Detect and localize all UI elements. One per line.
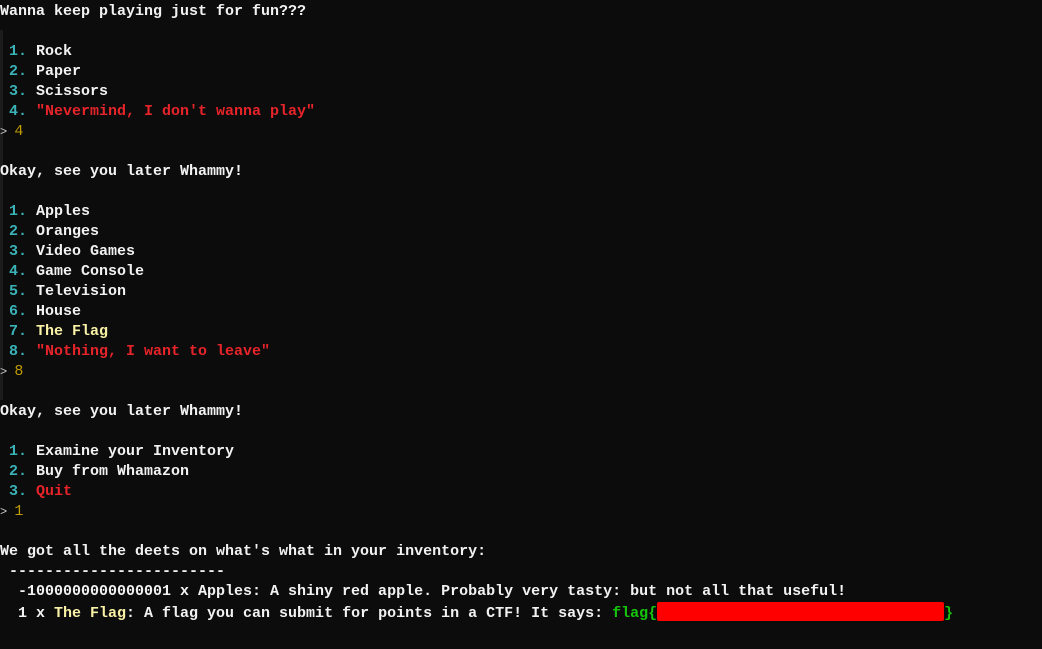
terminal-text: flag{ — [612, 605, 658, 622]
terminal-line: 1. Examine your Inventory — [0, 442, 953, 462]
terminal-line: Okay, see you later Whammy! — [0, 162, 953, 182]
terminal-line: > 4 — [0, 122, 953, 142]
terminal-line: We got all the deets on what's what in y… — [0, 542, 953, 562]
redacted-flag-box — [657, 602, 945, 621]
terminal-line: 4. Game Console — [0, 262, 953, 282]
terminal-text: 8. — [0, 343, 37, 360]
terminal-text: Quit — [36, 483, 73, 500]
terminal-text: The Flag — [36, 323, 109, 340]
prompt-symbol: > — [0, 505, 15, 519]
terminal-text: The Flag — [54, 605, 127, 622]
terminal-text: Wanna keep playing just for fun??? — [0, 3, 307, 20]
terminal-line: 1. Rock — [0, 42, 953, 62]
terminal-output: Wanna keep playing just for fun??? 1. Ro… — [0, 2, 953, 622]
terminal-text: 2. — [0, 63, 37, 80]
terminal-text: "Nevermind, I don't wanna play" — [36, 103, 316, 120]
terminal-text: 7. — [0, 323, 37, 340]
terminal-text: : A flag you can submit for points in a … — [126, 605, 613, 622]
terminal-line: 2. Buy from Whamazon — [0, 462, 953, 482]
terminal-text: Video Games — [36, 243, 136, 260]
terminal-text: We got all the deets on what's what in y… — [0, 543, 487, 560]
terminal-text: 3. — [0, 243, 37, 260]
terminal-text: 3. — [0, 483, 37, 500]
terminal-text: 4. — [0, 263, 37, 280]
terminal-text: 1. — [0, 43, 37, 60]
terminal-text: 5. — [0, 283, 37, 300]
terminal-line: ------------------------ — [0, 562, 953, 582]
terminal-text: Apples — [36, 203, 91, 220]
terminal-line: Okay, see you later Whammy! — [0, 402, 953, 422]
terminal-line: 1. Apples — [0, 202, 953, 222]
terminal-text: } — [944, 605, 954, 622]
terminal-text: 6. — [0, 303, 37, 320]
terminal-text: 1 x — [0, 605, 55, 622]
terminal-line: 4. "Nevermind, I don't wanna play" — [0, 102, 953, 122]
prompt-symbol: > — [0, 365, 15, 379]
terminal-line: 2. Oranges — [0, 222, 953, 242]
terminal-line: 1 x The Flag: A flag you can submit for … — [0, 602, 953, 622]
terminal-text: Rock — [36, 43, 73, 60]
terminal-line: Wanna keep playing just for fun??? — [0, 2, 953, 22]
user-input: 8 — [14, 363, 24, 380]
terminal-line: 5. Television — [0, 282, 953, 302]
terminal-line: 2. Paper — [0, 62, 953, 82]
terminal-line: 3. Video Games — [0, 242, 953, 262]
prompt-symbol: > — [0, 125, 15, 139]
terminal-line: 8. "Nothing, I want to leave" — [0, 342, 953, 362]
terminal-text: Okay, see you later Whammy! — [0, 163, 244, 180]
terminal-text: ------------------------ — [0, 563, 226, 580]
terminal-text: Game Console — [36, 263, 145, 280]
terminal-line: 3. Scissors — [0, 82, 953, 102]
terminal-text: "Nothing, I want to leave" — [36, 343, 271, 360]
terminal-text: Oranges — [36, 223, 100, 240]
user-input: 4 — [14, 123, 24, 140]
terminal-text: Okay, see you later Whammy! — [0, 403, 244, 420]
terminal-line: -1000000000000001 x Apples: A shiny red … — [0, 582, 953, 602]
terminal-text: 3. — [0, 83, 37, 100]
terminal-line: 6. House — [0, 302, 953, 322]
terminal-text: 1. — [0, 443, 37, 460]
terminal-line: 3. Quit — [0, 482, 953, 502]
user-input: 1 — [14, 503, 24, 520]
terminal-text: -1000000000000001 x Apples: A shiny red … — [0, 583, 847, 600]
terminal-text: 1. — [0, 203, 37, 220]
terminal-text: 4. — [0, 103, 37, 120]
terminal-text: Paper — [36, 63, 82, 80]
terminal-line: > 1 — [0, 502, 953, 522]
terminal-text: 2. — [0, 463, 37, 480]
terminal-text: Television — [36, 283, 127, 300]
terminal-text: Scissors — [36, 83, 109, 100]
terminal-text: Buy from Whamazon — [36, 463, 190, 480]
terminal-text: 2. — [0, 223, 37, 240]
terminal-text: Examine your Inventory — [36, 443, 235, 460]
terminal-text: House — [36, 303, 82, 320]
terminal-line: 7. The Flag — [0, 322, 953, 342]
terminal-line: > 8 — [0, 362, 953, 382]
